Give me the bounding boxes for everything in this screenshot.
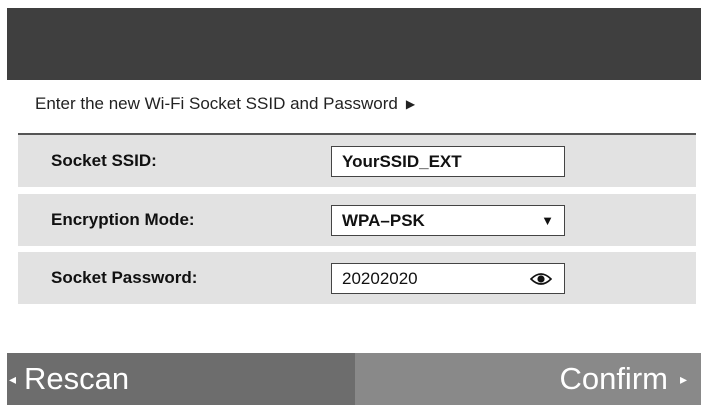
encryption-row: Encryption Mode: WPA–PSK ▼ [18,194,696,246]
ssid-input[interactable]: YourSSID_EXT [331,146,565,177]
password-row: Socket Password: 20202020 [18,252,696,304]
password-value: 20202020 [342,269,418,288]
instruction-text: Enter the new Wi-Fi Socket SSID and Pass… [35,94,398,113]
password-label: Socket Password: [51,268,198,287]
password-input[interactable]: 20202020 [331,263,565,294]
instruction: Enter the new Wi-Fi Socket SSID and Pass… [35,92,415,116]
ssid-row: Socket SSID: YourSSID_EXT [18,135,696,187]
ssid-label: Socket SSID: [51,151,157,170]
ssid-value: YourSSID_EXT [342,152,462,171]
eye-icon[interactable] [530,272,552,286]
dropdown-arrow-icon[interactable]: ▼ [541,206,554,235]
wifi-socket-setup-screen: Enter the new Wi-Fi Socket SSID and Pass… [7,0,701,405]
rescan-button[interactable]: ◂ Rescan [7,353,355,405]
header-bar [7,8,701,80]
confirm-button[interactable]: Confirm ▸ [355,353,701,405]
rescan-label: Rescan [24,361,130,396]
encryption-select[interactable]: WPA–PSK ▼ [331,205,565,236]
play-arrow-icon: ▶ [405,97,416,111]
confirm-label: Confirm [559,361,668,396]
encryption-label: Encryption Mode: [51,210,195,229]
encryption-value: WPA–PSK [342,211,425,230]
right-arrow-icon: ▸ [679,370,687,387]
left-arrow-icon: ◂ [9,370,17,387]
